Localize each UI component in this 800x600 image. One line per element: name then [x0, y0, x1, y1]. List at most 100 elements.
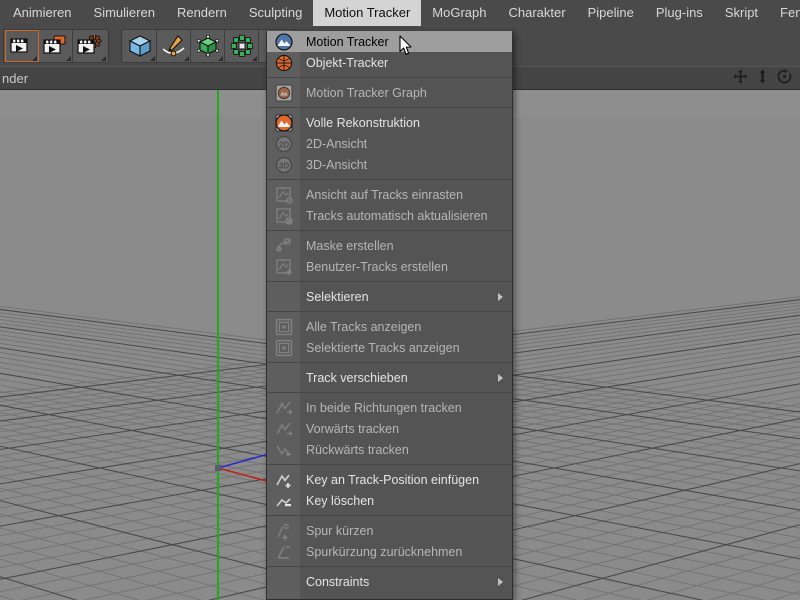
render-to-picture-viewer-icon [42, 35, 69, 57]
tool-corner-marker [184, 56, 189, 61]
render-tool-group [3, 29, 109, 63]
menu-item-alle-tracks-anzeigen[interactable]: Alle Tracks anzeigen [267, 316, 512, 337]
menu-item-label: Selektieren [306, 289, 369, 304]
menu-item-selektieren[interactable]: Selektieren [267, 286, 512, 307]
submenu-arrow-icon [498, 577, 503, 586]
menu-item-label: Motion Tracker [306, 34, 389, 49]
menu-separator [267, 515, 512, 516]
menu-item-in-beide-richtungen-tracken[interactable]: In beide Richtungen tracken [267, 397, 512, 418]
menu-item-ansicht-auf-tracks-einrasten[interactable]: Ansicht auf Tracks einrasten [267, 184, 512, 205]
menu-item-motion-tracker[interactable]: Motion Tracker [267, 31, 512, 52]
render-settings-button[interactable] [73, 30, 107, 62]
motion-tracker-graph-icon [267, 82, 300, 103]
menu-item-key-loschen[interactable]: Key löschen [267, 490, 512, 511]
menu-item-tracks-automatisch-aktualisieren[interactable]: Tracks automatisch aktualisieren [267, 205, 512, 226]
render-view-button[interactable] [5, 30, 39, 62]
menu-item-label: Selektierte Tracks anzeigen [306, 340, 460, 355]
menu-separator [267, 566, 512, 567]
menu-tab-mograph[interactable]: MoGraph [421, 0, 497, 26]
menu-tab-pipeline[interactable]: Pipeline [577, 0, 645, 26]
menu-item-icon-placeholder [267, 571, 300, 592]
subdivision-surface-button[interactable] [191, 30, 225, 62]
menu-item-ruckwarts-tracken[interactable]: Rückwärts tracken [267, 439, 512, 460]
array-generator-button[interactable] [225, 30, 259, 62]
menu-item-constraints[interactable]: Constraints [267, 571, 512, 592]
menu-item-label: 2D-Ansicht [306, 136, 368, 151]
menu-item-label: Constraints [306, 574, 370, 589]
add-key-icon [267, 469, 300, 490]
render-settings-icon [77, 35, 103, 57]
view-2d-icon: 2D [267, 133, 300, 154]
menu-tab-animieren[interactable]: Animieren [2, 0, 83, 26]
menu-item-label: Track verschieben [306, 370, 408, 385]
svg-text:3D: 3D [278, 160, 289, 170]
untrim-track-icon [267, 541, 300, 562]
mouse-cursor [399, 35, 413, 61]
menu-separator [267, 77, 512, 78]
menu-tab-fenster[interactable]: Fenster [769, 0, 800, 26]
menu-item-icon-placeholder [267, 367, 300, 388]
dolly-icon[interactable] [755, 69, 770, 89]
submenu-arrow-icon [498, 373, 503, 382]
menu-item-label: Benutzer-Tracks erstellen [306, 259, 448, 274]
menu-item-track-verschieben[interactable]: Track verschieben [267, 367, 512, 388]
menu-item-spurkurzung-zurucknehmen[interactable]: Spurkürzung zurücknehmen [267, 541, 512, 562]
menu-separator [267, 179, 512, 180]
show-selected-tracks-icon [267, 337, 300, 358]
render-view-icon [9, 35, 34, 57]
menu-item-label: Rückwärts tracken [306, 442, 409, 457]
motion-tracker-dropdown-menu: Motion Tracker Objekt-Tracker Motion Track… [266, 31, 513, 600]
menu-tab-sculpting[interactable]: Sculpting [238, 0, 313, 26]
menu-item-label: Spurkürzung zurücknehmen [306, 544, 463, 559]
menu-item-label: Volle Rekonstruktion [306, 115, 420, 130]
tool-corner-marker [32, 56, 37, 61]
track-backward-icon [267, 439, 300, 460]
menu-item-objekt-tracker[interactable]: Objekt-Tracker [267, 52, 512, 73]
viewport-title: nder [2, 70, 29, 86]
delete-key-icon [267, 490, 300, 511]
menu-item-icon-placeholder [267, 286, 300, 307]
svg-text:2D: 2D [278, 139, 289, 149]
menu-item-list: Motion Tracker Objekt-Tracker Motion Track… [267, 31, 512, 592]
menu-item-selektierte-tracks-anzeigen[interactable]: Selektierte Tracks anzeigen [267, 337, 512, 358]
spline-pen-button[interactable] [157, 30, 191, 62]
menu-item-2d-ansicht[interactable]: 2D 2D-Ansicht [267, 133, 512, 154]
track-forward-icon [267, 418, 300, 439]
menu-item-benutzer-tracks-erstellen[interactable]: Benutzer-Tracks erstellen [267, 256, 512, 277]
menu-item-label: 3D-Ansicht [306, 157, 368, 172]
menu-tab-plug-ins[interactable]: Plug-ins [645, 0, 714, 26]
menu-item-maske-erstellen[interactable]: Maske erstellen [267, 235, 512, 256]
rotate-icon[interactable] [777, 69, 792, 89]
menu-separator [267, 107, 512, 108]
tool-corner-marker [101, 56, 106, 61]
spline-pen-icon [161, 34, 187, 58]
menu-item-3d-ansicht[interactable]: 3D 3D-Ansicht [267, 154, 512, 175]
menu-separator [267, 392, 512, 393]
main-menu-bar: Animieren Simulieren Rendern Sculpting Motio… [0, 0, 800, 26]
menu-tab-skript[interactable]: Skript [714, 0, 769, 26]
menu-item-key-an-track-position-einfugen[interactable]: Key an Track-Position einfügen [267, 469, 512, 490]
menu-separator [267, 464, 512, 465]
menu-item-label: Motion Tracker Graph [306, 85, 427, 100]
render-to-picture-viewer-button[interactable] [39, 30, 73, 62]
create-user-tracks-icon [267, 256, 300, 277]
menu-item-spur-kurzen[interactable]: Spur kürzen [267, 520, 512, 541]
menu-item-label: Vorwärts tracken [306, 421, 400, 436]
menu-item-motion-tracker-graph[interactable]: Motion Tracker Graph [267, 82, 512, 103]
array-generator-icon [230, 34, 254, 58]
tool-corner-marker [150, 56, 155, 61]
cube-primitive-button[interactable] [123, 30, 157, 62]
pan-icon[interactable] [733, 69, 748, 89]
menu-tab-charakter[interactable]: Charakter [498, 0, 577, 26]
menu-item-vorwarts-tracken[interactable]: Vorwärts tracken [267, 418, 512, 439]
menu-tab-motion-tracker[interactable]: Motion Tracker [313, 0, 422, 26]
subdivision-surface-icon [196, 34, 220, 58]
menu-separator [267, 230, 512, 231]
menu-tab-rendern[interactable]: Rendern [166, 0, 238, 26]
menu-item-label: Spur kürzen [306, 523, 374, 538]
cube-primitive-icon [128, 34, 152, 58]
menu-item-label: Alle Tracks anzeigen [306, 319, 422, 334]
menu-item-label: Objekt-Tracker [306, 55, 389, 70]
menu-item-volle-rekonstruktion[interactable]: Volle Rekonstruktion [267, 112, 512, 133]
menu-tab-simulieren[interactable]: Simulieren [83, 0, 166, 26]
